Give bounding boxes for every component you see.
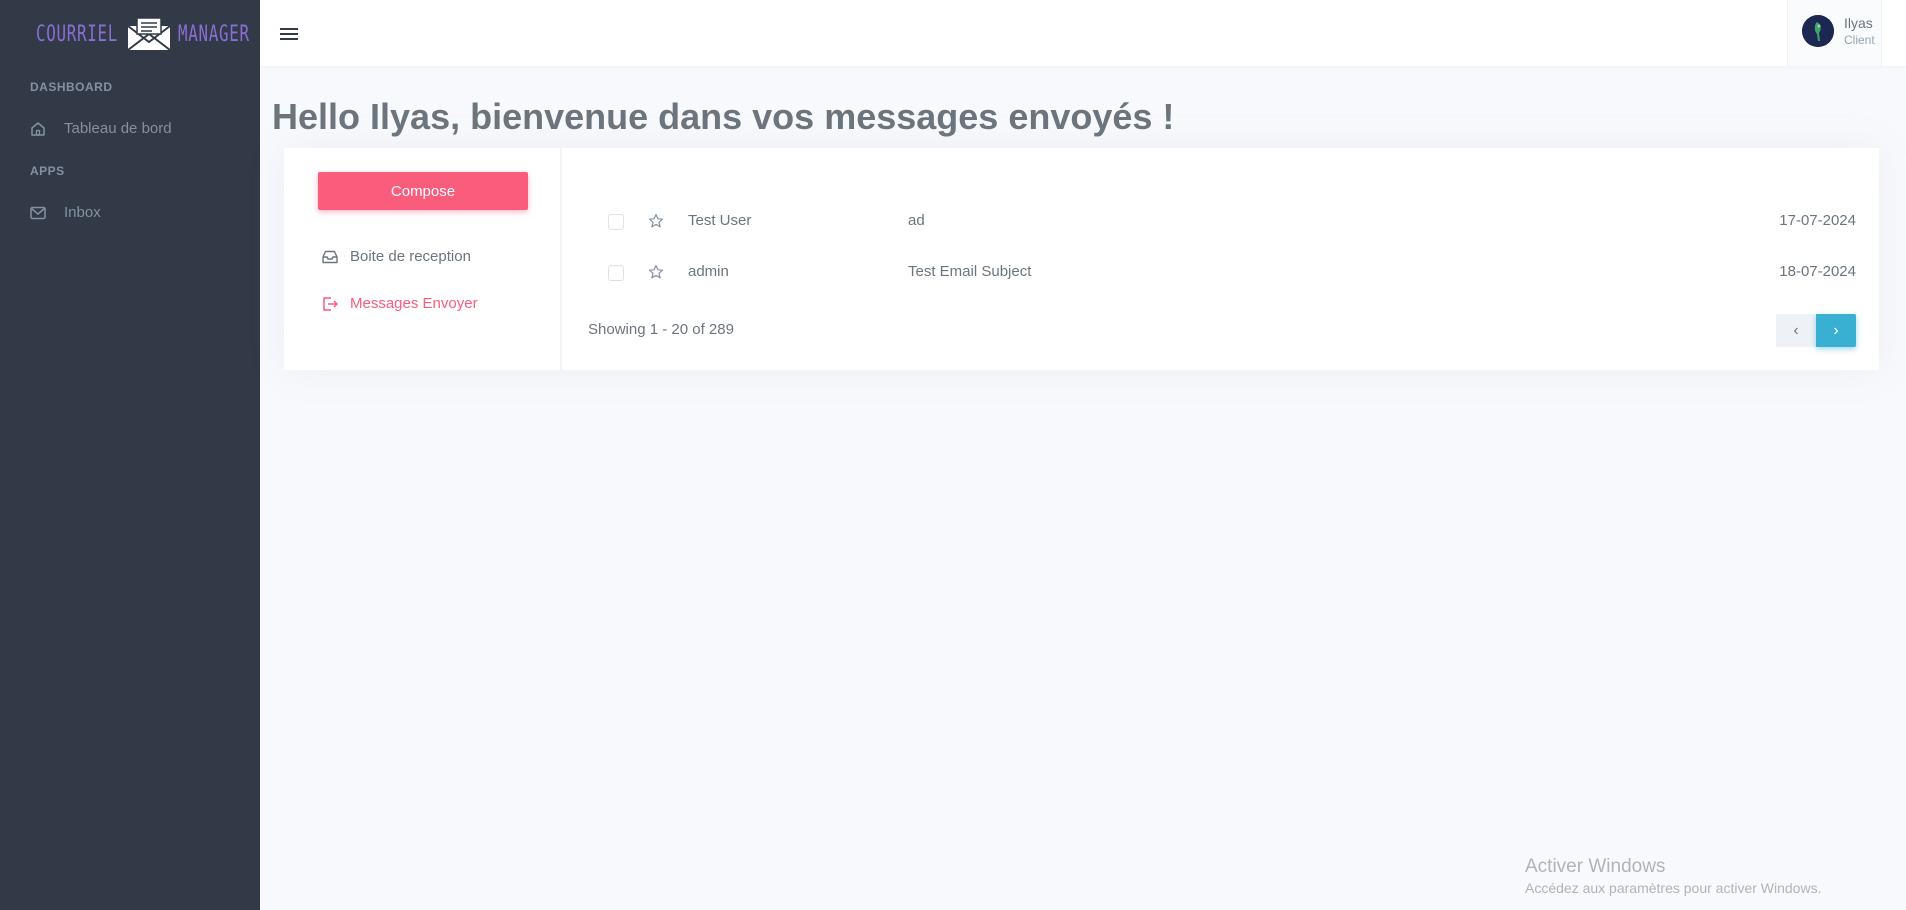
avatar xyxy=(1802,15,1834,47)
message-row[interactable]: Test User ad 17-07-2024 xyxy=(284,201,1879,241)
message-date: 18-07-2024 xyxy=(1779,263,1856,280)
watermark-title: Activer Windows xyxy=(1525,856,1666,877)
next-page-button[interactable]: › xyxy=(1816,314,1856,347)
home-icon xyxy=(31,121,45,136)
message-row[interactable]: admin Test Email Subject 18-07-2024 xyxy=(284,252,1879,292)
folder-messages-envoyer[interactable]: Messages Envoyer xyxy=(322,295,478,312)
topbar: Ilyas Client xyxy=(260,0,1906,66)
sidebar-item-label: Tableau de bord xyxy=(64,120,172,137)
star-icon[interactable] xyxy=(648,264,664,280)
windows-activation-watermark: Activer Windows Accédez aux paramètres p… xyxy=(1525,856,1821,896)
sidebar-item-inbox[interactable]: Inbox xyxy=(30,204,101,221)
pagination-status: Showing 1 - 20 of 289 xyxy=(588,321,734,338)
app-logo[interactable]: COURRIEL MANAGER xyxy=(36,14,266,54)
message-sender: Test User xyxy=(688,212,752,229)
message-subject: Test Email Subject xyxy=(908,263,1032,280)
user-role: Client xyxy=(1844,33,1875,47)
watermark-subtitle: Accédez aux paramètres pour activer Wind… xyxy=(1525,880,1822,896)
mailbox-card: Compose Boite de reception Messages Envo… xyxy=(284,148,1879,370)
chevron-right-icon: › xyxy=(1833,321,1839,339)
message-checkbox[interactable] xyxy=(608,265,624,281)
folder-label: Messages Envoyer xyxy=(350,295,478,312)
envelope-letter-icon xyxy=(127,17,171,51)
previous-page-button[interactable]: ‹ xyxy=(1776,314,1816,347)
sidebar-item-tableau-de-bord[interactable]: Tableau de bord xyxy=(30,120,172,137)
pagination-controls: ‹ › xyxy=(1776,314,1856,347)
logo-word-manager: MANAGER xyxy=(178,21,250,47)
hamburger-menu-icon[interactable] xyxy=(280,22,298,49)
user-name: Ilyas xyxy=(1844,15,1873,31)
message-subject: ad xyxy=(908,212,925,229)
chevron-left-icon: ‹ xyxy=(1793,321,1799,339)
page-title: Hello Ilyas, bienvenue dans vos messages… xyxy=(272,96,1175,137)
message-checkbox[interactable] xyxy=(608,214,624,230)
message-date: 17-07-2024 xyxy=(1779,212,1856,229)
user-profile-dropdown[interactable]: Ilyas Client xyxy=(1787,0,1882,66)
star-icon[interactable] xyxy=(648,213,664,229)
sidebar-item-label: Inbox xyxy=(64,204,101,221)
sidebar: COURRIEL MANAGER DASHBOARD Tableau de bo… xyxy=(0,0,260,910)
sent-logout-icon xyxy=(323,296,338,311)
logo-word-courriel: COURRIEL xyxy=(36,21,119,47)
sidebar-section-dashboard: DASHBOARD xyxy=(30,80,113,94)
message-sender: admin xyxy=(688,263,729,280)
sidebar-section-apps: APPS xyxy=(30,164,65,178)
mail-icon xyxy=(30,206,46,219)
